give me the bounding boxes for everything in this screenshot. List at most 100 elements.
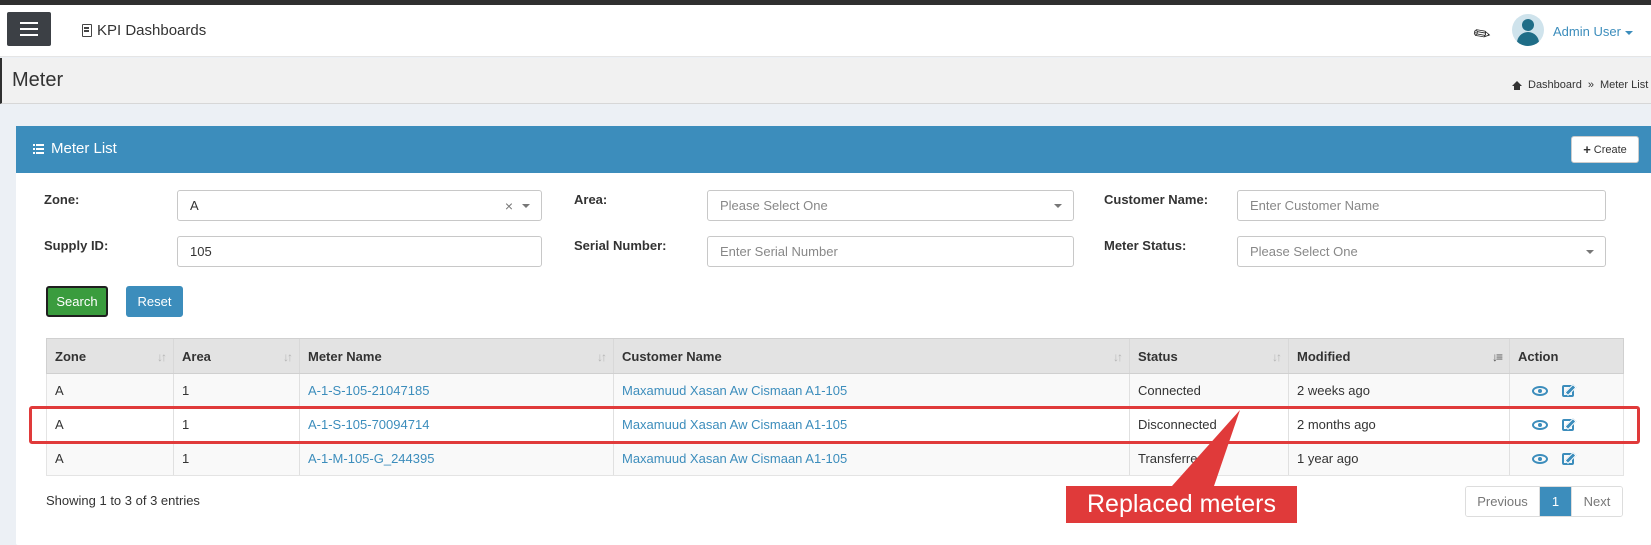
serial-number-label: Serial Number: xyxy=(574,238,667,253)
box-header: Meter List + Create xyxy=(16,126,1651,173)
search-button[interactable]: Search xyxy=(46,286,108,317)
serial-number-input[interactable]: Enter Serial Number xyxy=(707,236,1074,267)
zone-label: Zone: xyxy=(44,192,80,207)
pagination: Previous 1 Next xyxy=(1465,486,1623,517)
cell-zone: A xyxy=(47,442,174,475)
sort-icon: ↓↑ xyxy=(1113,350,1123,364)
meter-status-label: Meter Status: xyxy=(1104,238,1187,253)
cell-meter-name-link[interactable]: A-1-S-105-70094714 xyxy=(300,408,614,441)
cell-action xyxy=(1510,374,1625,407)
sort-icon: ↓↑ xyxy=(1272,350,1282,364)
column-header-modified[interactable]: Modified ↓≡ xyxy=(1289,339,1510,373)
cell-status: Transferred xyxy=(1130,442,1289,475)
navbar: KPI Dashboards ✎ Admin User xyxy=(0,5,1651,57)
sort-icon: ↓↑ xyxy=(283,350,293,364)
avatar[interactable] xyxy=(1512,14,1544,46)
chevron-down-icon xyxy=(1054,204,1062,208)
cell-meter-name-link[interactable]: A-1-S-105-21047185 xyxy=(300,374,614,407)
hamburger-line xyxy=(20,28,38,30)
ticket-icon[interactable]: ✎ xyxy=(1468,19,1496,49)
cell-area: 1 xyxy=(174,442,300,475)
brand[interactable]: KPI Dashboards xyxy=(82,22,206,39)
meter-status-select[interactable]: Please Select One xyxy=(1237,236,1606,267)
chevron-down-icon xyxy=(1586,250,1594,254)
edit-icon[interactable] xyxy=(1562,384,1574,397)
cell-action xyxy=(1510,442,1625,475)
create-label: Create xyxy=(1593,143,1627,156)
page-number-button[interactable]: 1 xyxy=(1540,487,1571,516)
cell-status: Connected xyxy=(1130,374,1289,407)
table-row: A 1 A-1-S-105-70094714 Maxamuud Xasan Aw… xyxy=(46,408,1624,442)
meter-status-placeholder: Please Select One xyxy=(1250,244,1358,259)
view-icon[interactable] xyxy=(1532,385,1548,396)
sort-icon: ↓↑ xyxy=(597,350,607,364)
customer-name-input[interactable]: Enter Customer Name xyxy=(1237,190,1606,221)
table-row: A 1 A-1-S-105-21047185 Maxamuud Xasan Aw… xyxy=(46,374,1624,408)
clear-icon[interactable]: × xyxy=(505,198,513,214)
cell-customer-name-link[interactable]: Maxamuud Xasan Aw Cismaan A1-105 xyxy=(614,442,1130,475)
customer-name-label: Customer Name: xyxy=(1104,192,1209,207)
edit-icon[interactable] xyxy=(1562,452,1574,465)
dashboard-icon xyxy=(82,24,92,37)
customer-name-placeholder: Enter Customer Name xyxy=(1250,198,1380,213)
box-title: Meter List xyxy=(33,140,117,157)
cell-customer-name-link[interactable]: Maxamuud Xasan Aw Cismaan A1-105 xyxy=(614,408,1130,441)
cell-modified: 2 weeks ago xyxy=(1289,374,1510,407)
table-info: Showing 1 to 3 of 3 entries xyxy=(46,493,200,508)
cell-zone: A xyxy=(47,408,174,441)
column-header-label: Area xyxy=(182,348,211,364)
cell-area: 1 xyxy=(174,374,300,407)
supply-id-input[interactable]: 105 xyxy=(177,236,542,267)
column-header-label: Customer Name xyxy=(622,348,722,364)
page-header: Meter Dashboard » Meter List xyxy=(0,58,1651,104)
user-menu[interactable]: Admin User xyxy=(1553,24,1633,39)
brand-label: KPI Dashboards xyxy=(97,22,207,39)
column-header-status[interactable]: Status ↓↑ xyxy=(1130,339,1289,373)
hamburger-menu-button[interactable] xyxy=(7,12,51,46)
sort-desc-icon: ↓≡ xyxy=(1491,350,1503,364)
serial-number-placeholder: Enter Serial Number xyxy=(720,244,838,259)
breadcrumb-home-link[interactable]: Dashboard xyxy=(1528,79,1582,91)
list-icon xyxy=(33,143,44,154)
cell-zone: A xyxy=(47,374,174,407)
cell-customer-name-link[interactable]: Maxamuud Xasan Aw Cismaan A1-105 xyxy=(614,374,1130,407)
hamburger-line xyxy=(20,22,38,24)
box-title-label: Meter List xyxy=(51,140,117,157)
chevron-down-icon xyxy=(522,204,530,208)
previous-page-button[interactable]: Previous xyxy=(1466,487,1540,516)
area-placeholder: Please Select One xyxy=(720,198,828,213)
supply-id-label: Supply ID: xyxy=(44,238,109,253)
breadcrumb: Dashboard » Meter List xyxy=(1512,79,1648,91)
hamburger-line xyxy=(20,34,38,36)
view-icon[interactable] xyxy=(1532,419,1548,430)
cell-meter-name-link[interactable]: A-1-M-105-G_244395 xyxy=(300,442,614,475)
caret-down-icon xyxy=(1624,30,1633,35)
column-header-meter-name[interactable]: Meter Name ↓↑ xyxy=(300,339,614,373)
table-row: A 1 A-1-M-105-G_244395 Maxamuud Xasan Aw… xyxy=(46,442,1624,476)
table-header: Zone ↓↑ Area ↓↑ Meter Name ↓↑ Customer N… xyxy=(46,338,1624,374)
user-name-label: Admin User xyxy=(1553,24,1621,39)
breadcrumb-current: Meter List xyxy=(1599,79,1649,91)
next-page-button[interactable]: Next xyxy=(1571,487,1622,516)
create-button[interactable]: + Create xyxy=(1571,136,1639,163)
page-title: Meter xyxy=(12,69,64,91)
view-icon[interactable] xyxy=(1532,453,1548,464)
cell-status: Disconnected xyxy=(1130,408,1289,441)
column-header-label: Status xyxy=(1138,348,1178,364)
column-header-customer-name[interactable]: Customer Name ↓↑ xyxy=(614,339,1130,373)
zone-select[interactable]: A × xyxy=(177,190,542,221)
meter-list-box: Meter List + Create xyxy=(16,126,1651,545)
plus-icon: + xyxy=(1583,142,1591,157)
area-select[interactable]: Please Select One xyxy=(707,190,1074,221)
cell-action xyxy=(1510,408,1625,441)
cell-modified: 2 months ago xyxy=(1289,408,1510,441)
column-header-area[interactable]: Area ↓↑ xyxy=(174,339,300,373)
column-header-label: Modified xyxy=(1297,348,1351,364)
edit-icon[interactable] xyxy=(1562,418,1574,431)
column-header-zone[interactable]: Zone ↓↑ xyxy=(47,339,174,373)
home-icon xyxy=(1512,80,1522,90)
breadcrumb-separator: » xyxy=(1587,79,1594,91)
callout-label: Replaced meters xyxy=(1066,486,1297,523)
column-header-label: Action xyxy=(1518,348,1559,364)
reset-button[interactable]: Reset xyxy=(126,286,183,317)
